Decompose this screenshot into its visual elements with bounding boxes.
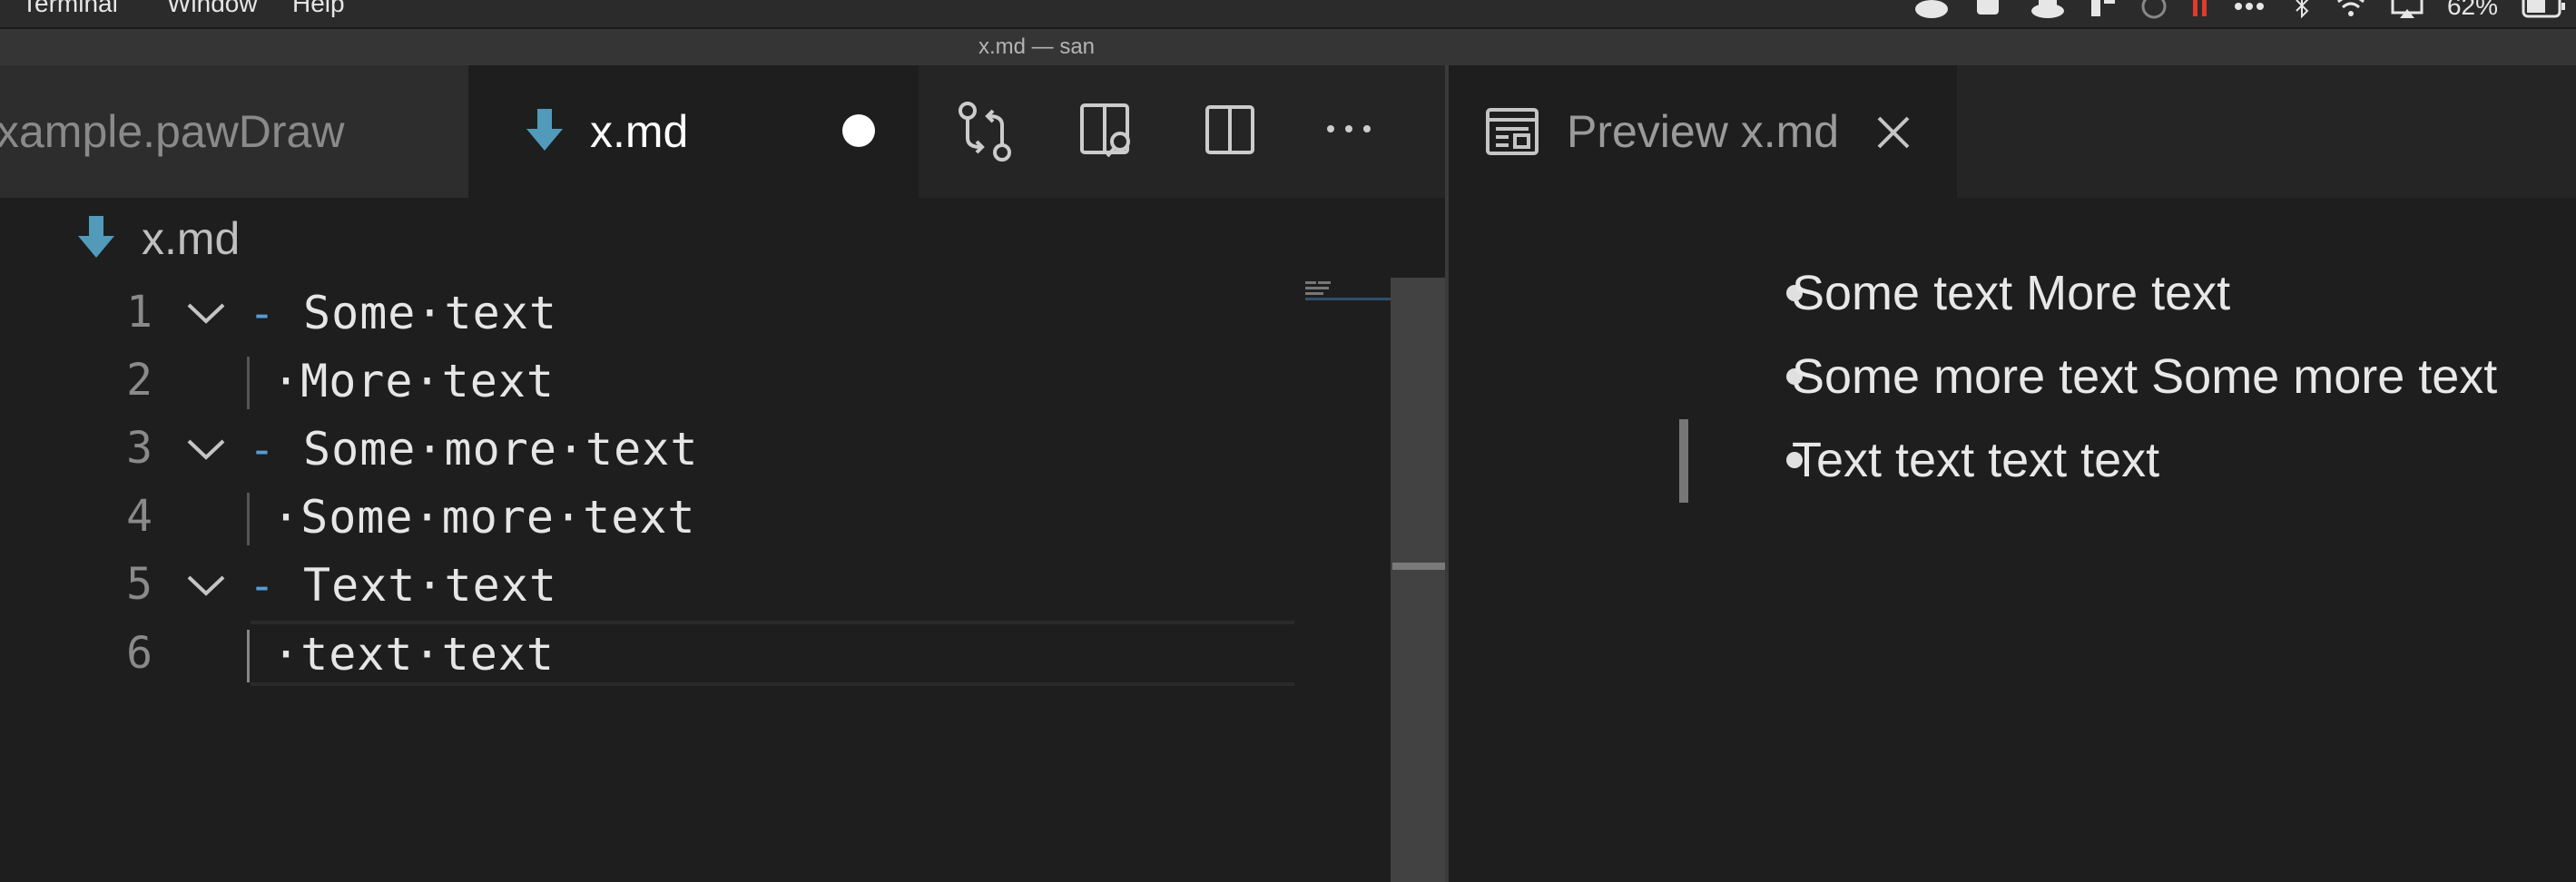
list-bullet-marker: - [249,561,275,612]
indent-guide [247,630,250,682]
scrollbar-cursor-marker [1392,563,1445,570]
editor-tab-bar: xample.pawDraw x.md [0,65,1445,198]
markdown-preview[interactable]: Some text More text Some more text Some … [1449,198,2576,882]
line-text: ·More·text [272,355,556,407]
code-line[interactable]: 2 ·More·text [0,348,1398,416]
line-number: 1 [126,287,152,338]
list-bullet-marker: - [249,425,275,475]
indent-guide [247,493,250,545]
fold-chevron-down-icon[interactable] [185,434,227,465]
dashboard-icon[interactable] [2089,0,2117,20]
preview-list-item: Some more text Some more text [1792,349,2498,404]
preview-current-line-marker [1679,419,1688,503]
tab-label: x.md [590,106,689,157]
fold-chevron-down-icon[interactable] [185,570,227,601]
macos-menubar: Terminal Window Help 62% [0,0,2576,27]
breadcrumb-file[interactable]: x.md [142,212,240,265]
more-dots-icon[interactable] [2233,0,2269,20]
code-line[interactable]: 5 - Text·text [0,552,1398,620]
preview-list-item: Some text More text [1792,266,2231,320]
pause-icon[interactable] [2191,0,2209,20]
line-number: 6 [126,628,152,679]
line-number: 3 [126,423,152,474]
list-bullet-marker: - [249,289,275,339]
tab-label: Preview x.md [1567,106,1840,157]
cloud-icon[interactable] [1913,0,1950,20]
wifi-icon[interactable] [2335,0,2367,20]
tab-preview-x-md[interactable]: Preview x.md [1449,65,1957,198]
line-text: ·text·text [272,628,556,681]
menu-window[interactable]: Window [167,0,258,18]
line-text: Some·more·text [303,423,699,475]
minimap[interactable] [1300,278,1391,305]
battery-percent: 62% [2446,0,2498,20]
status-tray: 62% [1913,0,2567,22]
preview-tab-bar: Preview x.md [1449,65,2576,198]
airplay-icon[interactable] [2391,0,2424,20]
fold-chevron-down-icon[interactable] [185,298,227,328]
window-title: x.md — san [978,34,1096,59]
tab-x-md[interactable]: x.md [468,65,919,198]
line-number: 2 [126,355,152,406]
line-number: 4 [126,491,152,542]
editor-scrollbar[interactable] [1391,278,1445,882]
battery-icon[interactable] [2522,0,2567,20]
close-icon[interactable] [1875,114,1912,151]
line-text: ·Some·more·text [272,491,696,544]
tab-label: xample.pawDraw [0,106,345,157]
breadcrumb[interactable]: x.md [0,198,1445,279]
line-text: Some·text [303,287,557,339]
preview-list-item: Text text text text [1792,433,2160,487]
split-editor-icon[interactable] [1202,102,1260,162]
markdown-file-icon [78,216,114,258]
indent-guide [247,357,250,409]
coffee-icon[interactable] [2030,0,2066,20]
menu-terminal[interactable]: Terminal [22,0,118,18]
source-control-compare-icon[interactable] [957,102,1015,162]
line-text: Text·text [303,559,557,612]
unsaved-changes-dot-icon[interactable] [842,114,875,147]
bluetooth-icon[interactable] [2293,0,2311,20]
menu-help[interactable]: Help [292,0,345,18]
code-line[interactable]: 3 - Some·more·text [0,416,1398,484]
code-line[interactable]: 6 ·text·text [0,621,1398,689]
preview-icon [1486,108,1539,155]
open-preview-to-side-icon[interactable] [1078,102,1136,162]
code-line[interactable]: 1 - Some·text [0,279,1398,348]
line-number: 5 [126,559,152,610]
cup-icon[interactable] [1973,0,2006,20]
globe-icon[interactable] [2140,0,2168,20]
window-titlebar: x.md — san [0,27,2576,65]
code-line[interactable]: 4 ·Some·more·text [0,484,1398,552]
code-editor[interactable]: 1 - Some·text 2 ·More·text 3 - Some·more… [0,279,1398,882]
more-actions-icon[interactable] [1322,102,1380,162]
markdown-file-icon [526,109,563,151]
tab-example-pawdraw[interactable]: xample.pawDraw [0,65,468,198]
